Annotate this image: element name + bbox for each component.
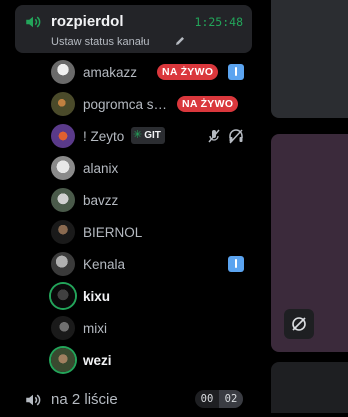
voice-sidebar: rozpierdol 1:25:48 Ustaw status kanału a… [0, 0, 258, 413]
member-name: BIERNOL [83, 225, 143, 240]
member-name: amakazz [83, 65, 138, 80]
avatar [51, 60, 75, 84]
voice-member-amakazz[interactable]: amakazz NA ŻYWO [48, 57, 248, 87]
mobile-icon [228, 64, 244, 80]
avatar [51, 156, 75, 180]
headphones-deafened-icon [229, 129, 243, 144]
user-limit-counter: 00 02 [195, 390, 243, 408]
speaker-icon [26, 394, 41, 406]
member-name: Kenala [83, 257, 126, 272]
voice-member-kenala[interactable]: Kenala [48, 249, 248, 279]
member-name: wezi [83, 353, 112, 368]
channel-name: na 2 liście [51, 391, 118, 408]
mic-muted-icon [208, 129, 220, 143]
member-name: mixi [83, 321, 107, 336]
voice-member-zeyto[interactable]: ! Zeyto ✳ GIT [48, 121, 248, 151]
avatar [51, 316, 75, 340]
member-name: alanix [83, 161, 119, 176]
member-name: kixu [83, 289, 111, 304]
server-tag: ✳ GIT [131, 127, 165, 144]
video-tile[interactable] [271, 0, 348, 118]
voice-member-biernol[interactable]: BIERNOL [48, 217, 248, 247]
voice-member-kixu[interactable]: kixu [48, 281, 248, 311]
avatar [51, 284, 75, 308]
call-timer: 1:25:48 [194, 15, 243, 29]
avatar [51, 252, 75, 276]
channel-status-button[interactable]: Ustaw status kanału [51, 36, 149, 48]
video-tile[interactable] [271, 362, 348, 413]
avatar [51, 92, 75, 116]
avatar [51, 188, 75, 212]
pencil-icon[interactable] [174, 35, 186, 47]
avatar [51, 348, 75, 372]
voice-member-wezi[interactable]: wezi [48, 345, 248, 375]
voice-channel-rozpierdol[interactable]: rozpierdol 1:25:48 Ustaw status kanału [15, 5, 252, 53]
avatar [51, 220, 75, 244]
mobile-icon [228, 256, 244, 272]
member-name: bavzz [83, 193, 119, 208]
member-name: pogromca s… [83, 97, 168, 112]
voice-member-pogromca[interactable]: pogromca s… NA ŻYWO [48, 89, 248, 119]
live-badge: NA ŻYWO [177, 96, 239, 112]
channel-name: rozpierdol [51, 13, 124, 30]
user-count: 00 [200, 393, 214, 405]
voice-member-bavzz[interactable]: bavzz [48, 185, 248, 215]
avatar [51, 124, 75, 148]
speaker-icon [26, 16, 41, 28]
video-off-icon [292, 317, 306, 331]
voice-channel-na-2-liscie[interactable]: na 2 liście 00 02 [15, 383, 252, 417]
voice-member-mixi[interactable]: mixi [48, 313, 248, 343]
member-name: ! Zeyto [83, 129, 125, 144]
voice-member-alanix[interactable]: alanix [48, 153, 248, 183]
user-limit: 02 [219, 390, 243, 408]
video-off-button[interactable] [284, 309, 314, 339]
live-badge: NA ŻYWO [157, 64, 219, 80]
leaf-icon: ✳ [133, 129, 143, 141]
